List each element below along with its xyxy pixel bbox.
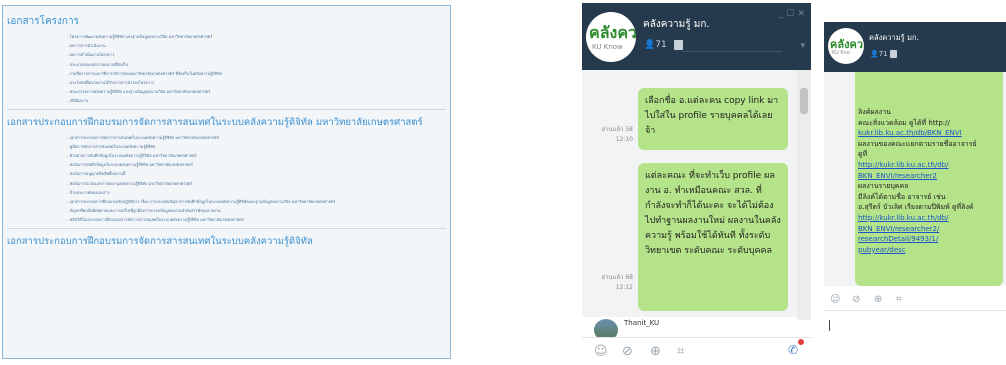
member-count[interactable]: 👤71 [870,50,888,58]
document-link[interactable]: - คลิปวิดีโอประกอบการฝึกอบรมการจัดการสาร… [67,215,450,224]
read-receipt: อ่านแล้ว 58 12:10 [593,125,633,145]
message-link[interactable]: BKN_ENVI/researcher2/ [858,224,978,235]
message-input-caret[interactable] [829,320,830,331]
message-time: 12:10 [615,136,633,143]
chevron-down-icon[interactable]: ▾ [800,41,805,51]
chat-window: คลังคว KU Kno คลังความรู้ มก. 👤71 ลิงค์ผ… [824,22,1006,365]
document-link[interactable]: - คณะกรรมการคลังความรู้ดิจิทัล และฐานข้อ… [67,87,450,96]
document-link[interactable]: - สถิติผลงาน [67,96,450,105]
document-link[interactable]: - ฟอร์มการอนุญาตลิขสิทธิ์ผลงานนี้ [67,169,450,178]
message-link[interactable]: BKN_ENVI/researcher2 [858,171,978,182]
message-link[interactable]: http://kukr.lib.ku.ac.th/db/ [858,160,978,171]
read-count: อ่านแล้ว 68 [601,274,633,281]
message-text: ลิงค์ผลงานคณะสิ่งแวดล้อม ดูได้ที่ http:/… [858,107,978,255]
notification-dot [798,339,804,345]
divider [824,310,1006,311]
avatar-logo-subtext: KU Know [592,43,623,51]
member-count-value: 71 [655,40,667,50]
divider [7,227,446,229]
message-link[interactable]: kukr.lib.ku.ac.th/db/BKN_ENVI [858,128,978,139]
sender-name: Thanit_KU [624,319,660,327]
section-title: เอกสารโครงการ [7,16,79,27]
document-link[interactable]: - ตัวอย่างการบันทึกข้อมูลในระบบคลังความร… [67,151,450,160]
document-link[interactable]: - ผลการการดำเนินงาน [67,41,450,50]
chat-header: คลังคว KU Kno คลังความรู้ มก. 👤71 [824,22,1006,72]
document-link[interactable]: - ปัญหาที่พบข้อผิดพลาดและการแก้ไขที่ถูกต… [67,206,450,215]
download-icon[interactable]: ⊕ [874,294,882,306]
message-line: ผลงานรายบุคคล [858,182,909,191]
group-avatar[interactable]: คลังคว KU Kno [828,28,864,64]
person-icon: 👤 [644,40,656,50]
emoji-icon[interactable]: ☺ [830,294,840,306]
document-link[interactable]: - ป้ายประกาศของเอกสาร [67,188,450,197]
message-bubble[interactable]: เลือกชื่อ อ.แต่ละคน copy link มาไปใส่ใน … [638,88,788,150]
document-link[interactable]: - เอกสารประกอบการฝึกอบรมเชิงปฏิบัติการ เ… [67,197,450,206]
message-link[interactable]: http://kukr.lib.ku.ac.th/db/ [858,213,978,224]
chat-window: คลังควา KU Know คลังความรู้ มก. 👤71 _ ☐ … [582,3,811,365]
document-link[interactable]: - ผลการดำเนินงานโครงการ [67,50,450,59]
read-count: อ่านแล้ว 58 [601,126,633,133]
message-bubble[interactable]: แต่ละคณะ ที่จะทำเว็บ profile ผลงาน อ. ทำ… [638,163,788,311]
divider [7,108,446,110]
document-link[interactable]: - เอกสารประกอบการจัดการสารสนเทศในระบบคลั… [67,133,450,142]
document-link[interactable]: - ฟอร์มการบันทึกข้อมูลในระบบคลังความรู้ด… [67,160,450,169]
scrollbar-thumb[interactable] [800,88,808,114]
screenshot-collage: เอกสารโครงการ - โครงการพัฒนาคลังความรู้ด… [0,0,1006,365]
document-panel: เอกสารโครงการ - โครงการพัฒนาคลังความรู้ด… [2,5,451,359]
document-link[interactable]: - ฟอร์มการนำส่งเอกสารผลงานคลังความรู้ดิจ… [67,179,450,188]
window-controls[interactable]: _ ☐ ✕ [779,9,805,19]
crop-icon[interactable]: ⌗ [896,294,902,306]
document-link[interactable]: - ประโยชน์ที่หน่วยงานได้รับจากการนำร่องโ… [67,78,450,87]
section-list: - โครงการพัฒนาคลังความรู้ดิจิทัล และฐานข… [3,32,450,106]
message-line: ลิงค์ผลงาน [858,108,891,116]
message-line: คณะสิ่งแวดล้อม ดูได้ที่ http:// [858,118,950,127]
section-list: - เอกสารประกอบการจัดการสารสนเทศในระบบคลั… [3,133,450,225]
member-count[interactable]: 👤71 [644,40,667,50]
document-link[interactable]: - ประมวลของเอกสารผลงานที่จัดเก็บ [67,60,450,69]
document-link[interactable]: - โครงการพัฒนาคลังความรู้ดิจิทัล และฐานข… [67,32,450,41]
read-receipt: อ่านแล้ว 68 12:12 [593,273,633,293]
section-title: เอกสารประกอบการฝึกอบรมการจัดการสารสนเทศใ… [7,116,423,128]
attach-icon[interactable]: ⊘ [852,294,860,306]
group-name: คลังความรู้ มก. [869,33,919,42]
message-link[interactable]: pubyear/desc [858,245,978,256]
header-search-input[interactable] [682,37,782,52]
message-line: อ.สุรีดร์ บัวเลิศ เรียงตามปีพิมพ์ ดูที่ล… [858,203,974,212]
group-avatar[interactable]: คลังควา KU Know [586,12,636,62]
scrollbar[interactable] [797,70,811,320]
note-icon[interactable] [890,50,897,58]
section-title: เอกสารประกอบการฝึกอบรมการจัดการสารสนเทศใ… [7,235,313,247]
document-link[interactable]: - คู่มือการจัดการสารสนเทศในระบบคลังความร… [67,142,450,151]
chat-header: คลังควา KU Know คลังความรู้ มก. 👤71 _ ☐ … [582,3,811,70]
chat-toolbar: ☺ ⊘ ⊕ ⌗ [824,290,1006,310]
chat-toolbar: ☺ ⊘ ⊕ ⌗ [582,337,811,365]
message-line: มีลิงค์ได้ตามชื่อ อาจารย์ เช่น [858,192,946,201]
person-icon: 👤 [870,50,879,58]
document-link[interactable]: - รายชื่อรายการและวิธีการบริการของมหาวิท… [67,69,450,78]
crop-icon[interactable]: ⌗ [677,344,684,360]
message-link[interactable]: researchDetail/9493/1/ [858,234,978,245]
message-line: ผลงานของคณะแยกตามรายชื่ออาจารย์ ดูที่ [858,139,977,159]
message-time: 12:12 [615,284,633,291]
phone-icon[interactable]: ✆ [788,343,798,357]
attach-icon[interactable]: ⊘ [622,344,633,360]
emoji-icon[interactable]: ☺ [594,344,608,360]
member-count-value: 71 [878,50,888,58]
avatar-logo-subtext: KU Kno [832,50,850,56]
download-icon[interactable]: ⊕ [650,344,661,360]
group-name: คลังความรู้ มก. [643,19,710,30]
